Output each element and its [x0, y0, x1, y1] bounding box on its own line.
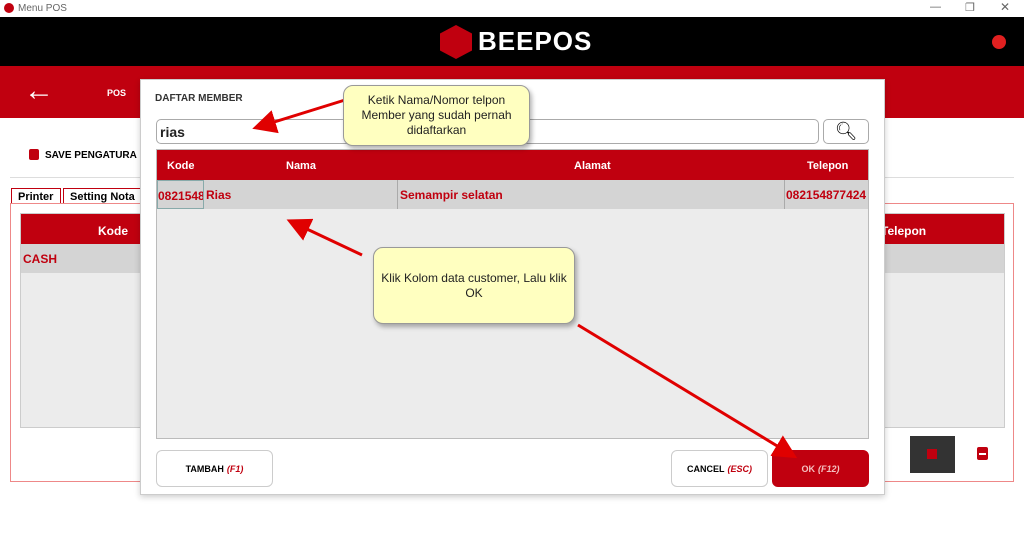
- arrow-to-search: [252, 98, 346, 134]
- arrow-to-row: [286, 218, 363, 257]
- callout-search-hint: Ketik Nama/Nomor telpon Member yang suda…: [343, 85, 530, 146]
- arrow-to-ok: [577, 323, 798, 459]
- callout-click-hint: Klik Kolom data customer, Lalu klik OK: [373, 247, 575, 324]
